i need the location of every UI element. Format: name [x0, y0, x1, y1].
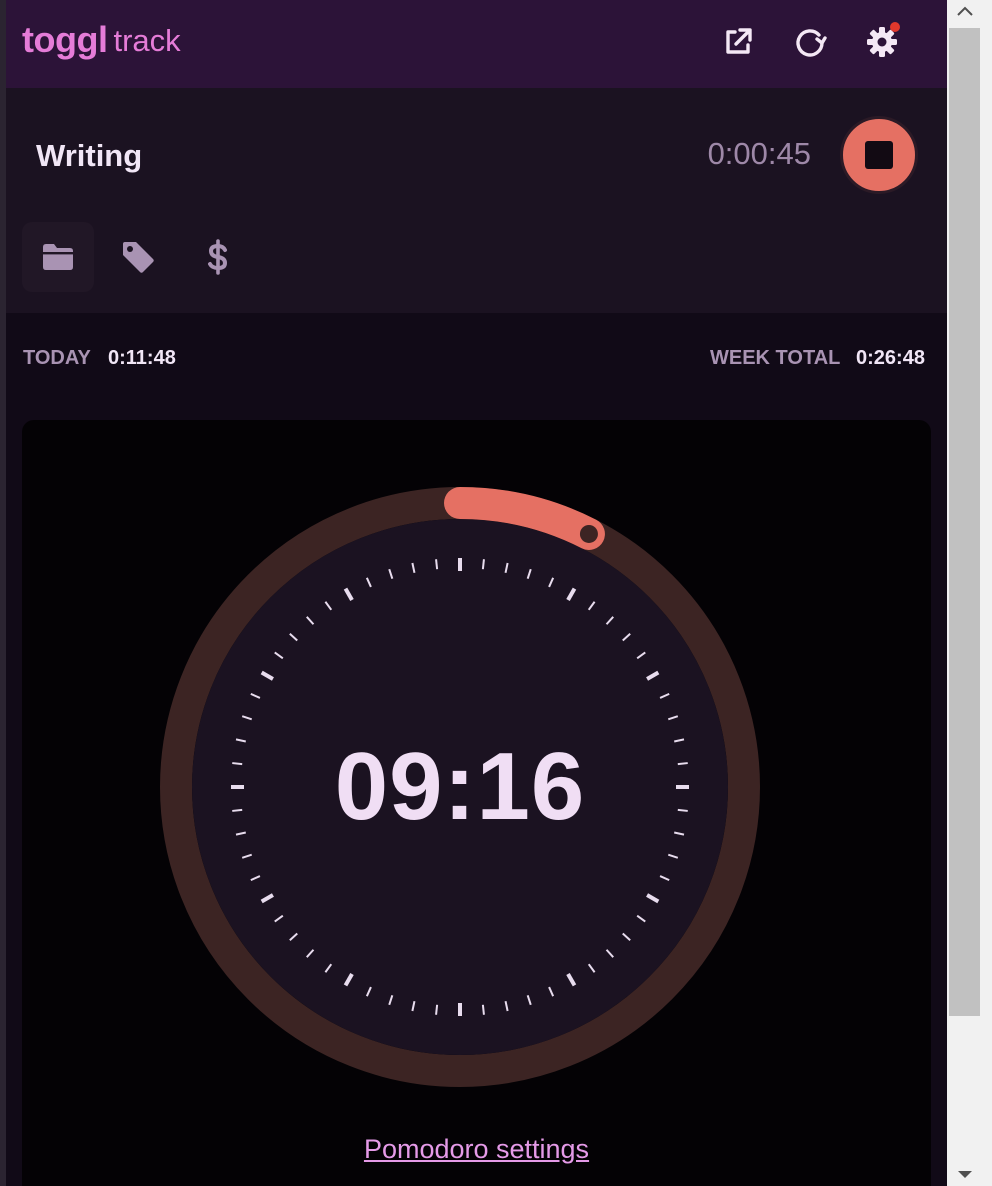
toggl-extension-popup: toggl track Writing 0:00:45 TODAY 0:11:4…: [6, 0, 947, 1186]
project-button[interactable]: [22, 222, 94, 292]
pomodoro-countdown: 09:16: [334, 733, 586, 840]
settings-button[interactable]: [860, 20, 904, 64]
scroll-down-arrow-icon[interactable]: [957, 1170, 973, 1180]
toggl-track-logo: toggl track: [22, 16, 181, 64]
pomodoro-settings-link[interactable]: Pomodoro settings: [22, 1134, 931, 1165]
stop-timer-button[interactable]: [840, 116, 918, 194]
notification-dot: [890, 22, 900, 32]
elapsed-time: 0:00:45: [707, 136, 811, 171]
tag-button[interactable]: [102, 222, 174, 292]
tag-icon: [123, 242, 154, 273]
scroll-up-arrow-icon[interactable]: [957, 6, 973, 16]
vertical-scrollbar[interactable]: [947, 0, 992, 1186]
logo-secondary: track: [113, 22, 181, 58]
dollar-icon: [208, 239, 228, 275]
folder-icon: [43, 244, 73, 270]
time-entry-description[interactable]: Writing: [36, 138, 142, 174]
open-external-icon: [726, 28, 752, 54]
app-header: toggl track: [6, 0, 947, 88]
running-timer-panel: Writing 0:00:45: [6, 88, 947, 313]
logo-primary: toggl: [22, 19, 108, 60]
time-totals-bar: TODAY 0:11:48 WEEK TOTAL 0:26:48: [6, 313, 947, 403]
stop-icon: [865, 141, 893, 169]
sync-button[interactable]: [788, 20, 832, 64]
today-label: TODAY: [23, 347, 91, 369]
billable-button[interactable]: [182, 222, 254, 292]
open-web-app-button[interactable]: [716, 20, 760, 64]
week-total-label: WEEK TOTAL: [710, 347, 841, 369]
scrollbar-thumb[interactable]: [949, 28, 980, 1016]
today-total: 0:11:48: [108, 347, 176, 369]
week-total: 0:26:48: [856, 347, 925, 369]
pomodoro-card: 09:16 Pomodoro settings: [22, 420, 931, 1186]
sync-icon: [796, 29, 827, 57]
